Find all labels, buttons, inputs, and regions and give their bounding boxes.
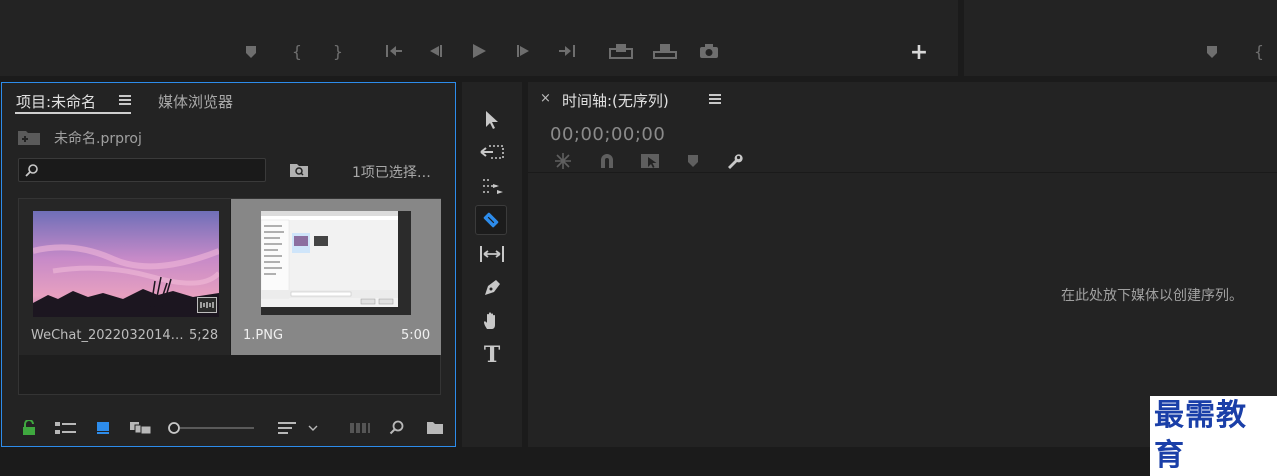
slip-tool-icon[interactable] — [476, 242, 508, 266]
program-monitor-panel: { — [964, 0, 1277, 76]
clip-thumbnail-sky — [33, 211, 219, 317]
find-icon[interactable] — [388, 419, 406, 437]
timeline-divider — [528, 172, 1277, 173]
overwrite-icon[interactable] — [652, 42, 678, 60]
clip-name: WeChat_2022032014… — [31, 328, 184, 343]
source-monitor-panel: { } + — [0, 0, 958, 76]
watermark-logo: 最需教育 — [1150, 396, 1277, 476]
type-tool-icon[interactable]: T — [480, 342, 504, 368]
bin-icon-view: WeChat_2022032014… 5;28 1.PNG 5:00 — [18, 198, 441, 395]
out-point-icon[interactable]: } — [331, 42, 345, 61]
freeform-view-icon[interactable] — [128, 419, 154, 437]
zoom-slider[interactable] — [166, 419, 256, 437]
selection-tool-icon[interactable] — [480, 108, 504, 132]
icon-view-icon[interactable] — [94, 419, 112, 437]
tab-media-browser[interactable]: 媒体浏览器 — [158, 91, 233, 112]
timecode-display[interactable]: 00;00;00;00 — [550, 124, 665, 145]
step-back-icon[interactable] — [426, 43, 444, 59]
project-folder-icon — [16, 127, 42, 147]
clip-duration: 5:00 — [401, 328, 431, 343]
in-point-icon[interactable]: { — [290, 42, 304, 61]
tab-project[interactable]: 项目:未命名 — [16, 91, 96, 112]
list-view-icon[interactable] — [54, 419, 78, 437]
hand-tool-icon[interactable] — [480, 309, 504, 333]
linked-selection-icon[interactable] — [638, 150, 662, 172]
sort-icon[interactable] — [276, 419, 298, 437]
go-to-out-icon[interactable] — [556, 43, 578, 59]
clip-duration: 5;28 — [189, 328, 219, 343]
razor-tool-icon[interactable] — [475, 205, 507, 235]
nest-icon[interactable] — [552, 150, 574, 172]
tools-panel: T — [462, 82, 522, 447]
ripple-edit-icon[interactable] — [478, 174, 506, 198]
timeline-tab-title[interactable]: 时间轴:(无序列) — [562, 90, 669, 111]
close-tab-button[interactable]: × — [540, 91, 551, 106]
audio-video-badge-icon — [197, 297, 217, 313]
insert-icon[interactable] — [608, 42, 634, 60]
clip-name: 1.PNG — [243, 328, 284, 343]
project-file-name: 未命名.prproj — [54, 131, 142, 147]
find-in-folder-icon[interactable] — [288, 160, 310, 180]
marker-icon[interactable] — [1204, 44, 1220, 60]
play-icon[interactable] — [470, 42, 488, 60]
project-panel: 项目:未命名 媒体浏览器 未命名.prproj 1项已选择… WeChat_20… — [1, 82, 456, 447]
lock-icon[interactable] — [20, 419, 38, 437]
snap-icon[interactable] — [596, 150, 618, 172]
tab-active-underline — [15, 112, 131, 114]
panel-menu-icon[interactable] — [118, 93, 132, 107]
settings-wrench-icon[interactable] — [724, 150, 746, 172]
drop-media-hint: 在此处放下媒体以创建序列。 — [1061, 288, 1243, 304]
clip-item[interactable]: WeChat_2022032014… 5;28 — [19, 199, 230, 355]
search-input[interactable] — [18, 158, 266, 182]
panel-menu-icon[interactable] — [708, 92, 722, 106]
new-bin-icon[interactable] — [424, 419, 446, 437]
chevron-down-icon[interactable] — [306, 419, 320, 437]
timeline-panel: × 时间轴:(无序列) 00;00;00;00 在此处放下媒体以创建序列。 — [528, 82, 1277, 447]
search-icon — [24, 162, 40, 178]
pen-tool-icon[interactable] — [480, 276, 504, 300]
export-frame-icon[interactable] — [698, 42, 720, 60]
selection-count: 1项已选择… — [352, 165, 431, 181]
marker-icon[interactable] — [243, 44, 259, 60]
track-select-forward-icon[interactable] — [478, 140, 506, 164]
clip-thumbnail-screenshot — [261, 211, 411, 315]
in-point-icon[interactable]: { — [1252, 42, 1266, 61]
go-to-in-icon[interactable] — [383, 43, 405, 59]
clip-item-selected[interactable]: 1.PNG 5:00 — [231, 199, 441, 355]
add-button-icon[interactable]: + — [909, 40, 929, 65]
add-marker-icon[interactable] — [684, 151, 702, 171]
automate-to-sequence-icon[interactable] — [348, 419, 372, 437]
step-forward-icon[interactable] — [515, 43, 533, 59]
